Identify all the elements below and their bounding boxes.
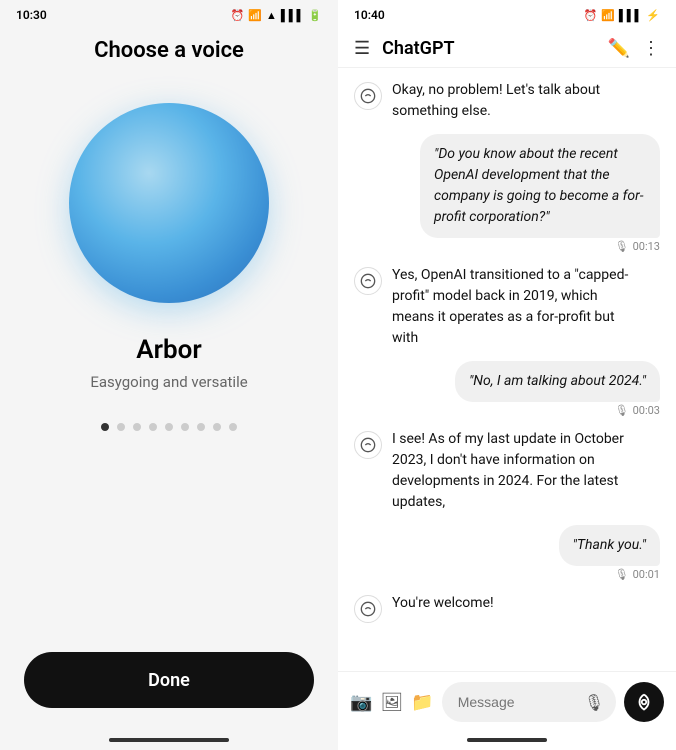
time-left: 10:30 bbox=[16, 8, 47, 22]
menu-icon[interactable]: ☰ bbox=[354, 38, 370, 59]
message-time: 00:13 bbox=[633, 240, 660, 253]
dot-2[interactable] bbox=[133, 423, 141, 431]
bot-message-text: Okay, no problem! Let's talk about somet… bbox=[392, 80, 632, 122]
home-indicator-left bbox=[109, 738, 229, 742]
dot-1[interactable] bbox=[117, 423, 125, 431]
chat-input-bar: 📷 🖼 📁 🎙 bbox=[338, 671, 676, 732]
user-bubble: "No, I am talking about 2024." bbox=[455, 361, 660, 402]
message-input-wrapper: 🎙 bbox=[442, 682, 616, 722]
status-bar-right: 10:40 ⏰ 📶 ▌▌▌ ⚡ bbox=[338, 0, 676, 30]
alarm-icon-right: ⏰ bbox=[584, 9, 598, 22]
bot-message-text: You're welcome! bbox=[392, 593, 494, 614]
voice-name: Arbor bbox=[136, 335, 201, 365]
dot-0[interactable] bbox=[101, 423, 109, 431]
message-row: "No, I am talking about 2024." 🎙 00:03 bbox=[354, 361, 660, 417]
signal-icon: 📶 bbox=[248, 9, 262, 22]
user-message-col: "Thank you." 🎙 00:01 bbox=[559, 525, 660, 581]
dot-8[interactable] bbox=[229, 423, 237, 431]
dot-7[interactable] bbox=[213, 423, 221, 431]
image-icon[interactable]: 🖼 bbox=[380, 692, 403, 713]
alarm-icon: ⏰ bbox=[231, 9, 245, 22]
message-time: 00:03 bbox=[633, 404, 660, 417]
message-row: You're welcome! bbox=[354, 593, 660, 623]
voice-selection-panel: 10:30 ⏰ 📶 ▲ ▌▌▌ 🔋 Choose a voice Arbor E… bbox=[0, 0, 338, 750]
mic-icon: 🎙 bbox=[615, 568, 629, 581]
message-meta: 🎙 00:01 bbox=[615, 568, 660, 581]
message-row: I see! As of my last update in October 2… bbox=[354, 429, 660, 513]
message-row: "Do you know about the recent OpenAI dev… bbox=[354, 134, 660, 253]
bot-avatar bbox=[354, 595, 382, 623]
voice-mode-button[interactable] bbox=[624, 682, 664, 722]
page-title: Choose a voice bbox=[94, 38, 244, 63]
dot-5[interactable] bbox=[181, 423, 189, 431]
bot-avatar bbox=[354, 82, 382, 110]
message-row: "Thank you." 🎙 00:01 bbox=[354, 525, 660, 581]
bot-message-text: I see! As of my last update in October 2… bbox=[392, 429, 632, 513]
home-indicator-right bbox=[467, 738, 547, 742]
status-icons-right: ⏰ 📶 ▌▌▌ ⚡ bbox=[584, 9, 661, 22]
voice-dots bbox=[101, 423, 237, 431]
bars-icon: ▌▌▌ bbox=[281, 9, 304, 22]
mic-icon: 🎙 bbox=[615, 240, 629, 253]
wifi-icon-right: 📶 bbox=[601, 9, 615, 22]
user-bubble: "Do you know about the recent OpenAI dev… bbox=[420, 134, 660, 238]
message-row: Yes, OpenAI transitioned to a "capped-pr… bbox=[354, 265, 660, 349]
header-icons: ✏️ ⋮ bbox=[608, 38, 660, 59]
message-meta: 🎙 00:03 bbox=[615, 404, 660, 417]
chat-panel: 10:40 ⏰ 📶 ▌▌▌ ⚡ ☰ ChatGPT ✏️ ⋮ Okay, no … bbox=[338, 0, 676, 750]
wifi-icon: ▲ bbox=[266, 9, 277, 22]
bot-message-text: Yes, OpenAI transitioned to a "capped-pr… bbox=[392, 265, 632, 349]
mic-icon: 🎙 bbox=[615, 404, 629, 417]
edit-icon[interactable]: ✏️ bbox=[608, 38, 630, 59]
more-options-icon[interactable]: ⋮ bbox=[642, 38, 660, 59]
chat-messages: Okay, no problem! Let's talk about somet… bbox=[338, 68, 676, 671]
done-button[interactable]: Done bbox=[24, 652, 314, 708]
message-meta: 🎙 00:13 bbox=[615, 240, 660, 253]
status-icons-left: ⏰ 📶 ▲ ▌▌▌ 🔋 bbox=[231, 9, 322, 22]
dot-6[interactable] bbox=[197, 423, 205, 431]
microphone-input-icon[interactable]: 🎙 bbox=[580, 688, 608, 716]
user-message-col: "No, I am talking about 2024." 🎙 00:03 bbox=[455, 361, 660, 417]
camera-icon[interactable]: 📷 bbox=[350, 692, 372, 713]
battery-icon: 🔋 bbox=[308, 9, 322, 22]
battery-icon-right: ⚡ bbox=[646, 9, 660, 22]
voice-avatar bbox=[69, 103, 269, 303]
chat-header: ☰ ChatGPT ✏️ ⋮ bbox=[338, 30, 676, 68]
dot-3[interactable] bbox=[149, 423, 157, 431]
bot-avatar bbox=[354, 267, 382, 295]
status-bar-left: 10:30 ⏰ 📶 ▲ ▌▌▌ 🔋 bbox=[0, 0, 338, 30]
dot-4[interactable] bbox=[165, 423, 173, 431]
user-message-col: "Do you know about the recent OpenAI dev… bbox=[420, 134, 660, 253]
time-right: 10:40 bbox=[354, 8, 385, 22]
message-row: Okay, no problem! Let's talk about somet… bbox=[354, 80, 660, 122]
bars-icon-right: ▌▌▌ bbox=[619, 9, 642, 22]
folder-icon[interactable]: 📁 bbox=[411, 692, 433, 713]
bot-avatar bbox=[354, 431, 382, 459]
user-bubble: "Thank you." bbox=[559, 525, 660, 566]
chat-title: ChatGPT bbox=[382, 38, 595, 59]
message-time: 00:01 bbox=[633, 568, 660, 581]
voice-description: Easygoing and versatile bbox=[90, 373, 247, 391]
